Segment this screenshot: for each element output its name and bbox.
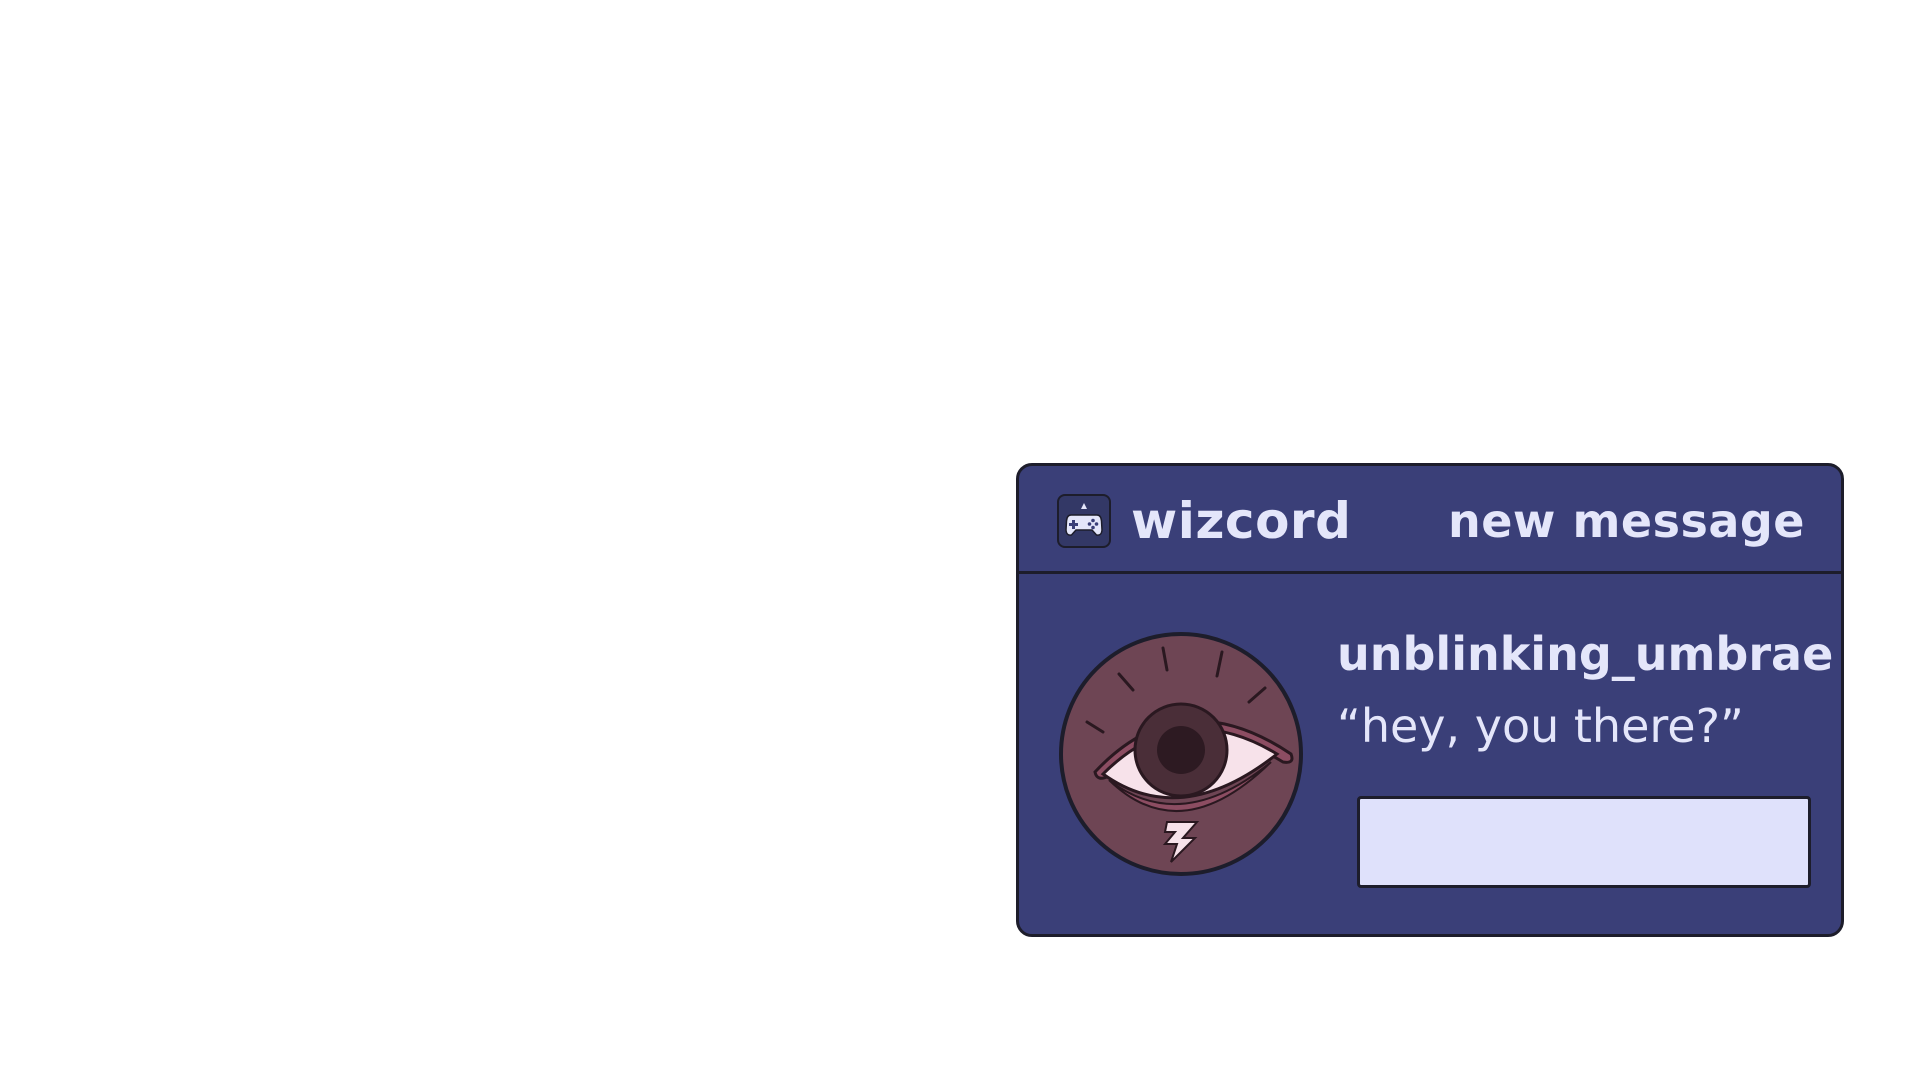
message-preview: “hey, you there?”: [1337, 699, 1744, 753]
eye-icon: [1059, 632, 1303, 876]
sender-name: unblinking_umbrae: [1337, 627, 1834, 681]
notification-header: wizcord new message: [1019, 466, 1841, 574]
app-name: wizcord: [1131, 492, 1352, 550]
message-notification[interactable]: wizcord new message unblinking_umbrae “h…: [1016, 463, 1844, 937]
avatar: [1057, 630, 1305, 878]
reply-input[interactable]: [1357, 796, 1811, 888]
desktop: wizcord new message unblinking_umbrae “h…: [0, 0, 1920, 1080]
notification-type-label: new message: [1447, 494, 1805, 548]
gamepad-icon: [1057, 494, 1111, 548]
